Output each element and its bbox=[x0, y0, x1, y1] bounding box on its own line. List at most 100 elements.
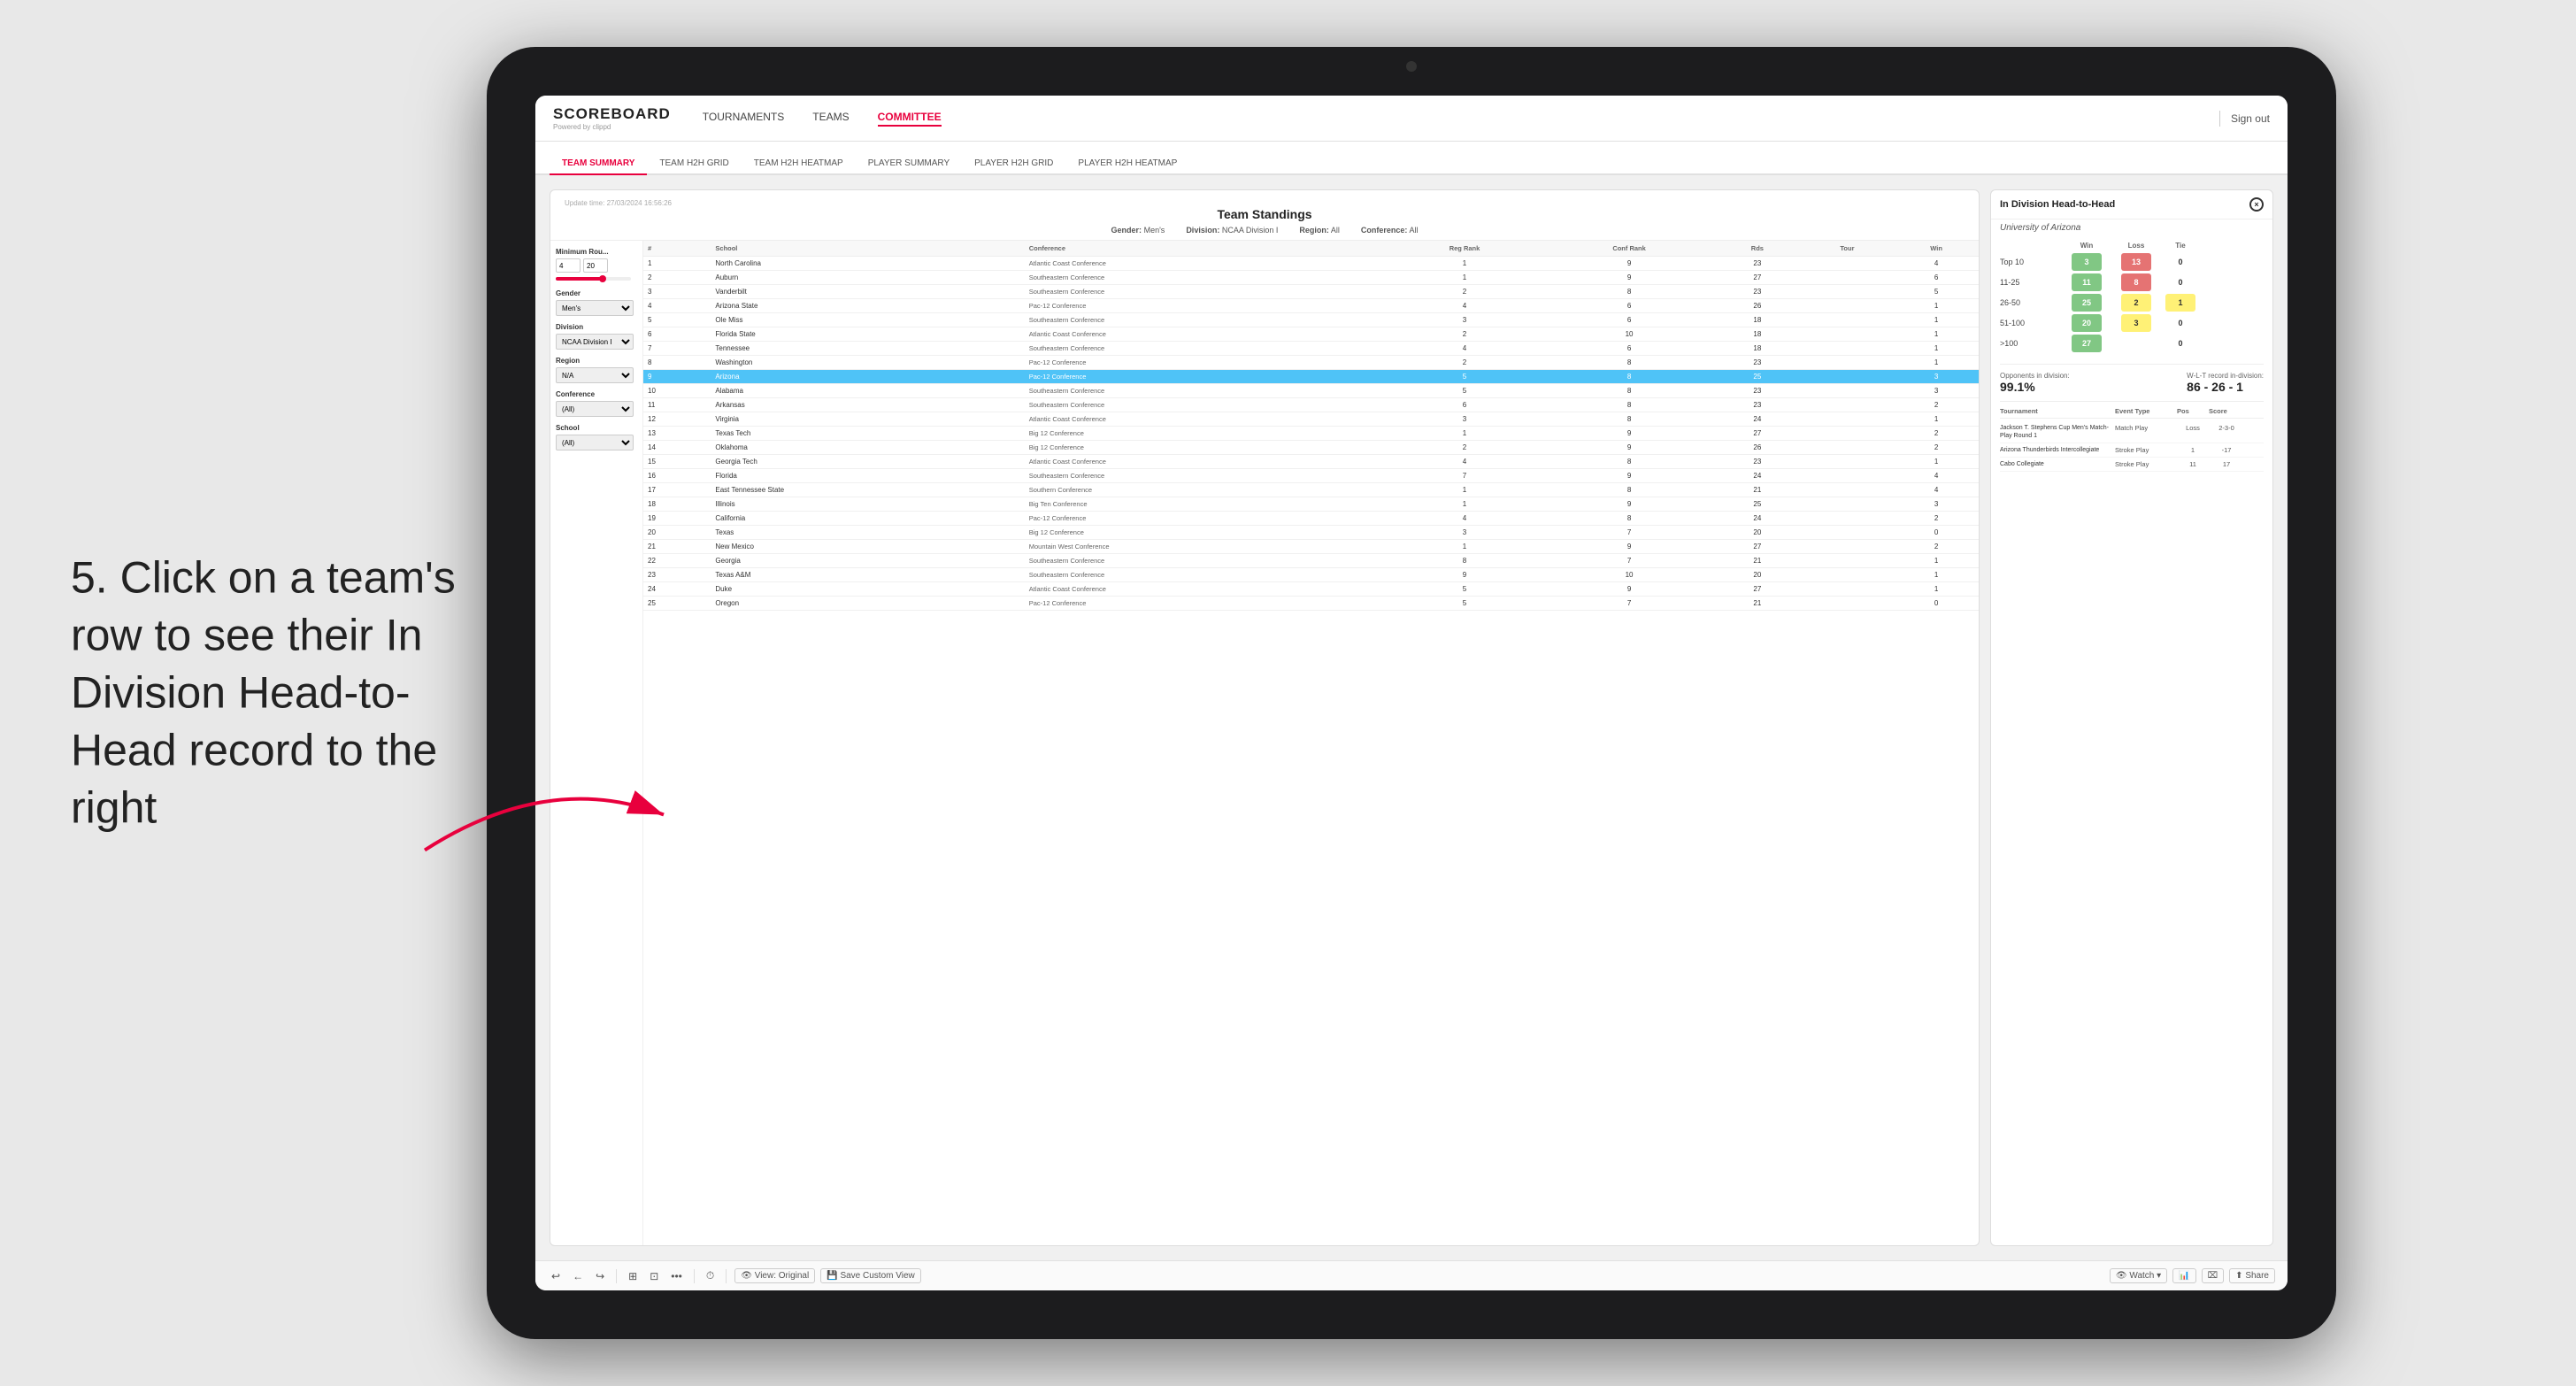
toolbar-icon1[interactable]: 📊 bbox=[2172, 1268, 2195, 1283]
filter-division-label: Division bbox=[556, 323, 637, 331]
table-row[interactable]: 9 Arizona Pac-12 Conference 5 8 25 3 bbox=[643, 370, 1979, 384]
table-row[interactable]: 20 Texas Big 12 Conference 3 7 20 0 bbox=[643, 526, 1979, 540]
table-row[interactable]: 13 Texas Tech Big 12 Conference 1 9 27 2 bbox=[643, 427, 1979, 441]
filter-min-rounds-input[interactable] bbox=[556, 258, 581, 273]
update-time: Update time: 27/03/2024 16:56:26 bbox=[565, 199, 1965, 207]
h2h-stats: Opponents in division: 99.1% W-L-T recor… bbox=[1991, 370, 2272, 397]
toolbar-undo[interactable]: ↩ bbox=[548, 1268, 564, 1284]
filter-school-select[interactable]: (All) bbox=[556, 435, 634, 450]
camera-notch bbox=[1406, 61, 1417, 72]
table-row[interactable]: 14 Oklahoma Big 12 Conference 2 9 26 2 bbox=[643, 441, 1979, 455]
col-tour: Tour bbox=[1801, 241, 1895, 257]
logo-area: SCOREBOARD Powered by clippd bbox=[553, 105, 671, 131]
toolbar-view2[interactable]: ⊡ bbox=[646, 1268, 662, 1284]
sub-nav-player-h2h-heatmap[interactable]: PLAYER H2H HEATMAP bbox=[1065, 153, 1189, 173]
h2h-divider-2 bbox=[2000, 401, 2264, 402]
table-container: # School Conference Reg Rank Conf Rank R… bbox=[643, 241, 1979, 1245]
table-row[interactable]: 4 Arizona State Pac-12 Conference 4 6 26… bbox=[643, 299, 1979, 313]
toolbar-clock[interactable]: ⏱ bbox=[703, 1267, 718, 1284]
toolbar-view-original[interactable]: 👁 View: Original bbox=[734, 1268, 815, 1283]
panel-body: Minimum Rou... Gender bbox=[550, 241, 1979, 1245]
filter-conference-select[interactable]: (All) bbox=[556, 401, 634, 417]
tablet-device: SCOREBOARD Powered by clippd TOURNAMENTS… bbox=[487, 47, 2336, 1339]
table-row[interactable]: 21 New Mexico Mountain West Conference 1… bbox=[643, 540, 1979, 554]
sub-nav: TEAM SUMMARY TEAM H2H GRID TEAM H2H HEAT… bbox=[535, 142, 2288, 175]
table-row[interactable]: 19 California Pac-12 Conference 4 8 24 2 bbox=[643, 512, 1979, 526]
col-reg-rank: Reg Rank bbox=[1385, 241, 1544, 257]
sub-nav-team-summary[interactable]: TEAM SUMMARY bbox=[550, 153, 647, 175]
h2h-divider bbox=[2000, 364, 2264, 365]
h2h-row: >100 27 0 bbox=[2000, 335, 2264, 352]
filter-gender-label: Gender bbox=[556, 289, 637, 297]
toolbar-grid[interactable]: ⊞ bbox=[625, 1268, 641, 1284]
sub-nav-team-h2h-grid[interactable]: TEAM H2H GRID bbox=[647, 153, 741, 173]
record-label: W-L-T record in-division: bbox=[2187, 372, 2264, 380]
toolbar-sep2 bbox=[694, 1269, 695, 1283]
table-row[interactable]: 16 Florida Southeastern Conference 7 9 2… bbox=[643, 469, 1979, 483]
sub-nav-player-h2h-grid[interactable]: PLAYER H2H GRID bbox=[962, 153, 1065, 173]
table-row[interactable]: 23 Texas A&M Southeastern Conference 9 1… bbox=[643, 568, 1979, 582]
toolbar-watch[interactable]: 👁 Watch ▾ bbox=[2110, 1268, 2167, 1283]
table-row[interactable]: 24 Duke Atlantic Coast Conference 5 9 27… bbox=[643, 582, 1979, 597]
logo-text: SCOREBOARD bbox=[553, 105, 671, 123]
toolbar-icon2[interactable]: ⌧ bbox=[2202, 1268, 2225, 1283]
tablet-screen: SCOREBOARD Powered by clippd TOURNAMENTS… bbox=[535, 96, 2288, 1290]
h2h-close-btn[interactable]: × bbox=[2249, 197, 2264, 212]
h2h-row: Top 10 3 13 0 bbox=[2000, 253, 2264, 271]
table-row[interactable]: 17 East Tennessee State Southern Confere… bbox=[643, 483, 1979, 497]
filters-column: Minimum Rou... Gender bbox=[550, 241, 643, 1245]
panel-meta: Gender: Men's Division: NCAA Division I … bbox=[565, 226, 1965, 235]
table-row[interactable]: 7 Tennessee Southeastern Conference 4 6 … bbox=[643, 342, 1979, 356]
sign-out-link[interactable]: Sign out bbox=[2231, 112, 2270, 125]
sub-nav-team-h2h-heatmap[interactable]: TEAM H2H HEATMAP bbox=[742, 153, 856, 173]
logo-subtext: Powered by clippd bbox=[553, 123, 671, 131]
standings-panel: Update time: 27/03/2024 16:56:26 Team St… bbox=[550, 189, 1980, 1246]
h2h-header: In Division Head-to-Head × bbox=[1991, 190, 2272, 219]
h2h-team-name: University of Arizona bbox=[1991, 219, 2272, 236]
h2h-tournament-row: Jackson T. Stephens Cup Men's Match-Play… bbox=[2000, 421, 2264, 443]
nav-tournaments[interactable]: TOURNAMENTS bbox=[703, 111, 784, 127]
toolbar-redo[interactable]: ↪ bbox=[592, 1268, 608, 1284]
col-school: School bbox=[711, 241, 1024, 257]
sub-nav-player-summary[interactable]: PLAYER SUMMARY bbox=[856, 153, 962, 173]
nav-committee[interactable]: COMMITTEE bbox=[878, 111, 942, 127]
table-row[interactable]: 12 Virginia Atlantic Coast Conference 3 … bbox=[643, 412, 1979, 427]
filter-gender: Gender Men's bbox=[556, 289, 637, 316]
filter-conference: Conference (All) bbox=[556, 390, 637, 417]
filter-division-select[interactable]: NCAA Division I bbox=[556, 334, 634, 350]
col-win: Win bbox=[1894, 241, 1979, 257]
table-row[interactable]: 6 Florida State Atlantic Coast Conferenc… bbox=[643, 327, 1979, 342]
col-rds: Rds bbox=[1714, 241, 1801, 257]
table-row[interactable]: 1 North Carolina Atlantic Coast Conferen… bbox=[643, 257, 1979, 271]
filter-min-rounds-max[interactable] bbox=[583, 258, 608, 273]
toolbar-more[interactable]: ••• bbox=[667, 1268, 686, 1284]
nav-teams[interactable]: TEAMS bbox=[812, 111, 849, 127]
table-row[interactable]: 10 Alabama Southeastern Conference 5 8 2… bbox=[643, 384, 1979, 398]
h2h-row: 26-50 25 2 1 bbox=[2000, 294, 2264, 312]
table-row[interactable]: 25 Oregon Pac-12 Conference 5 7 21 0 bbox=[643, 597, 1979, 611]
filter-min-rounds: Minimum Rou... bbox=[556, 248, 637, 281]
table-row[interactable]: 5 Ole Miss Southeastern Conference 3 6 1… bbox=[643, 313, 1979, 327]
table-row[interactable]: 8 Washington Pac-12 Conference 2 8 23 1 bbox=[643, 356, 1979, 370]
h2h-grid-header: Win Loss Tie bbox=[2000, 240, 2264, 251]
filter-gender-select[interactable]: Men's bbox=[556, 300, 634, 316]
h2h-title: In Division Head-to-Head bbox=[2000, 199, 2115, 210]
toolbar-share[interactable]: ⬆ Share bbox=[2229, 1268, 2275, 1283]
h2h-tournament-row: Cabo Collegiate Stroke Play 11 17 bbox=[2000, 458, 2264, 472]
toolbar-save-view[interactable]: 💾 Save Custom View bbox=[820, 1268, 921, 1283]
table-row[interactable]: 22 Georgia Southeastern Conference 8 7 2… bbox=[643, 554, 1979, 568]
table-row[interactable]: 18 Illinois Big Ten Conference 1 9 25 3 bbox=[643, 497, 1979, 512]
record-val: 86 - 26 - 1 bbox=[2187, 380, 2264, 394]
min-rounds-slider[interactable] bbox=[556, 277, 631, 281]
nav-links: TOURNAMENTS TEAMS COMMITTEE bbox=[703, 111, 2219, 127]
filter-region-select[interactable]: N/A bbox=[556, 367, 634, 383]
toolbar-back[interactable]: ← bbox=[569, 1268, 587, 1284]
table-row[interactable]: 3 Vanderbilt Southeastern Conference 2 8… bbox=[643, 285, 1979, 299]
table-row[interactable]: 11 Arkansas Southeastern Conference 6 8 … bbox=[643, 398, 1979, 412]
h2h-row: 51-100 20 3 0 bbox=[2000, 314, 2264, 332]
table-header-row: # School Conference Reg Rank Conf Rank R… bbox=[643, 241, 1979, 257]
table-row[interactable]: 2 Auburn Southeastern Conference 1 9 27 … bbox=[643, 271, 1979, 285]
filter-school: School (All) bbox=[556, 424, 637, 450]
table-row[interactable]: 15 Georgia Tech Atlantic Coast Conferenc… bbox=[643, 455, 1979, 469]
nav-separator bbox=[2219, 111, 2220, 127]
